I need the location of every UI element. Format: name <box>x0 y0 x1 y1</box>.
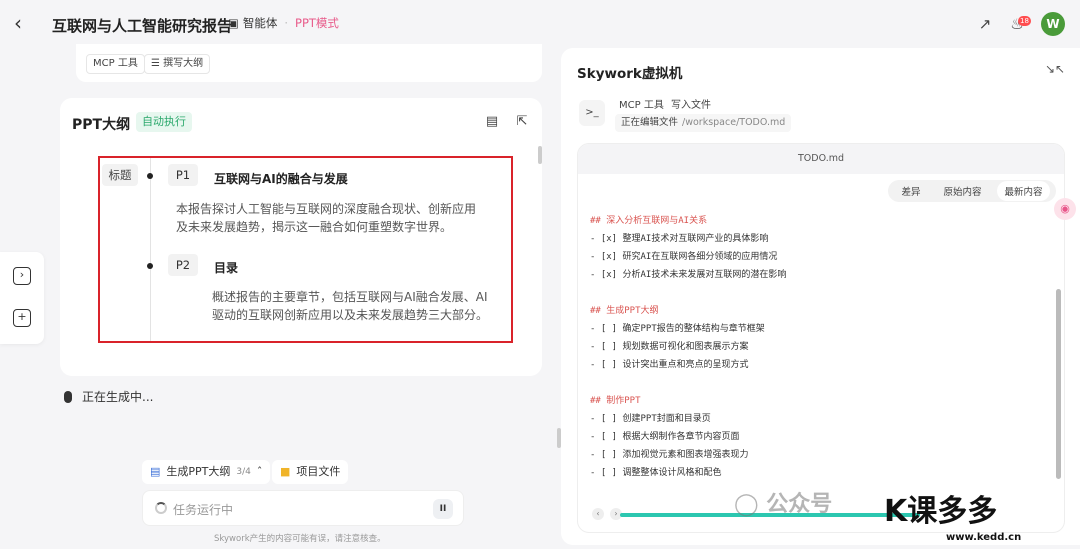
previous-step-card: MCP 工具 ☰ 撰写大纲 <box>76 44 542 82</box>
code-line: - [ ] 规划数据可视化和图表展示方案 <box>590 342 749 352</box>
loading-indicator <box>64 390 72 403</box>
code-line: - [ ] 调整整体设计风格和配色 <box>590 468 722 478</box>
code-line: - [ ] 创建PPT封面和目录页 <box>590 414 711 424</box>
title-label: 标题 <box>102 164 138 186</box>
code-line: - [x] 研究AI在互联网各细分领域的应用情况 <box>590 252 778 262</box>
timeline-dot <box>147 173 153 179</box>
pause-button[interactable]: II <box>433 499 453 519</box>
code-line: - [ ] 设计突出重点和亮点的呈现方式 <box>590 360 749 370</box>
outline-timeline <box>150 158 151 341</box>
editor-nav: ‹ › <box>592 508 622 520</box>
notification-badge: 18 <box>1018 16 1031 26</box>
avatar[interactable]: W <box>1041 12 1065 36</box>
step-label: 生成PPT大纲 <box>166 465 231 478</box>
file-path: /workspace/TODO.md <box>682 117 786 128</box>
view-mode-switch: 差异 原始内容 最新内容 <box>888 180 1056 202</box>
robot-icon: ▣ <box>228 16 239 30</box>
code-line: - [x] 整理AI技术对互联网产业的具体影响 <box>590 234 769 244</box>
separator: · <box>284 16 289 30</box>
folder-icon: ■ <box>280 465 291 478</box>
watermark-url: www.kedd.cn <box>946 532 1022 543</box>
app-header: ‹ 互联网与人工智能研究报告 ▣ 智能体 · PPT模式 ↗ ♨ 18 W <box>0 0 1080 48</box>
page-description: 概述报告的主要章节，包括互联网与AI融合发展、AI驱动的互联网创新应用以及未来发… <box>212 290 489 322</box>
page-chip: P1 <box>168 164 198 186</box>
arrow-left-icon[interactable]: ‹ <box>14 12 36 34</box>
sidebar-toggle-icon[interactable]: › <box>13 267 31 285</box>
monitor-icon: ▤ <box>150 465 161 478</box>
vm-title: Skywork虚拟机 <box>577 66 683 82</box>
vm-tool-label: MCP 工具 写入文件 <box>619 96 711 111</box>
code-line: ## 生成PPT大纲 <box>590 306 659 316</box>
tab-original[interactable]: 原始内容 <box>936 181 988 201</box>
code-line: - [ ] 确定PPT报告的整体结构与章节框架 <box>590 324 765 334</box>
ppt-outline-step-chip[interactable]: ▤ 生成PPT大纲 3/4 ˆ <box>142 460 271 484</box>
spinner-icon <box>155 502 167 514</box>
project-files-label: 项目文件 <box>296 465 341 478</box>
task-input-placeholder: 任务运行中 <box>173 503 234 517</box>
assistant-float-icon[interactable]: ◉ <box>1054 198 1076 220</box>
collapse-icon[interactable]: ↘↖ <box>1045 62 1065 76</box>
write-outline-chip[interactable]: ☰ 撰写大纲 <box>144 54 211 74</box>
generating-label: 正在生成中... <box>82 390 154 404</box>
code-line: - [ ] 根据大纲制作各章节内容页面 <box>590 432 740 442</box>
side-toolbar: › + <box>0 252 44 344</box>
timeline-dot <box>147 263 153 269</box>
tab-diff[interactable]: 差异 <box>894 181 927 201</box>
page-heading: 互联网与AI的融合与发展 <box>214 172 348 186</box>
watermark-logo: K课多多 <box>884 486 997 530</box>
code-line: - [x] 分析AI技术未来发展对互联网的潜在影响 <box>590 270 787 280</box>
code-line: - [ ] 添加视觉元素和图表增强表现力 <box>590 450 749 460</box>
mode-label: PPT模式 <box>295 16 339 30</box>
file-editor: TODO.md 差异 原始内容 最新内容 ## 深入分析互联网与AI关系 - [x… <box>577 143 1065 533</box>
auto-exec-badge: 自动执行 <box>136 112 192 132</box>
outline-title: PPT大纲 <box>72 117 131 133</box>
wechat-icon: ◯ <box>734 492 759 517</box>
agent-mode-chip[interactable]: ▣ 智能体 · PPT模式 <box>228 15 339 31</box>
watermark-wechat: ◯ 公众号 <box>734 486 832 518</box>
editing-file-chip: 正在编辑文件/workspace/TODO.md <box>615 114 792 132</box>
mcp-tool-chip[interactable]: MCP 工具 <box>86 54 145 74</box>
generating-status: 正在生成中... <box>64 388 153 405</box>
write-outline-label: 撰写大纲 <box>163 58 204 69</box>
editing-label: 正在编辑文件 <box>621 117 679 128</box>
code-content: ## 深入分析互联网与AI关系 - [x] 整理AI技术对互联网产业的具体影响 - … <box>590 212 786 482</box>
vm-tool-action: 写入文件 <box>671 100 712 111</box>
wechat-label: 公众号 <box>766 492 833 517</box>
page-description: 本报告探讨人工智能与互联网的深度融合现状、创新应用及未来发展趋势，揭示这一融合如… <box>176 202 477 234</box>
page-heading: 目录 <box>214 261 239 275</box>
new-task-icon[interactable]: + <box>13 309 31 327</box>
agent-label: 智能体 <box>242 16 278 30</box>
outline-scrollbar[interactable] <box>538 146 542 164</box>
share-icon[interactable]: ↗ <box>975 14 995 34</box>
code-line: ## 深入分析互联网与AI关系 <box>590 216 708 226</box>
tab-latest[interactable]: 最新内容 <box>997 181 1050 201</box>
editor-scrollbar[interactable] <box>1056 289 1061 479</box>
page-chip: P2 <box>168 254 198 276</box>
vm-tool-name: MCP 工具 <box>619 100 664 111</box>
page-title: 互联网与人工智能研究报告 <box>52 17 233 35</box>
editor-file-name: TODO.md <box>578 144 1064 174</box>
logo-text: 课多多 <box>907 494 998 529</box>
chevron-up-icon: ˆ <box>256 465 263 478</box>
list-icon: ☰ <box>151 58 164 69</box>
task-input[interactable]: 任务运行中 II <box>142 490 464 526</box>
disclaimer: Skywork产生的内容可能有误，请注意核查。 <box>214 534 386 544</box>
terminal-icon: >_ <box>579 100 605 126</box>
prev-icon[interactable]: ‹ <box>592 508 604 520</box>
clipboard-icon[interactable]: ▤ <box>484 114 500 130</box>
logo-k-icon: K <box>884 494 908 529</box>
step-count: 3/4 <box>236 467 251 477</box>
expand-icon[interactable]: ⇱ <box>514 114 530 130</box>
project-files-chip[interactable]: ■ 项目文件 <box>272 460 349 484</box>
code-line: ## 制作PPT <box>590 396 641 406</box>
